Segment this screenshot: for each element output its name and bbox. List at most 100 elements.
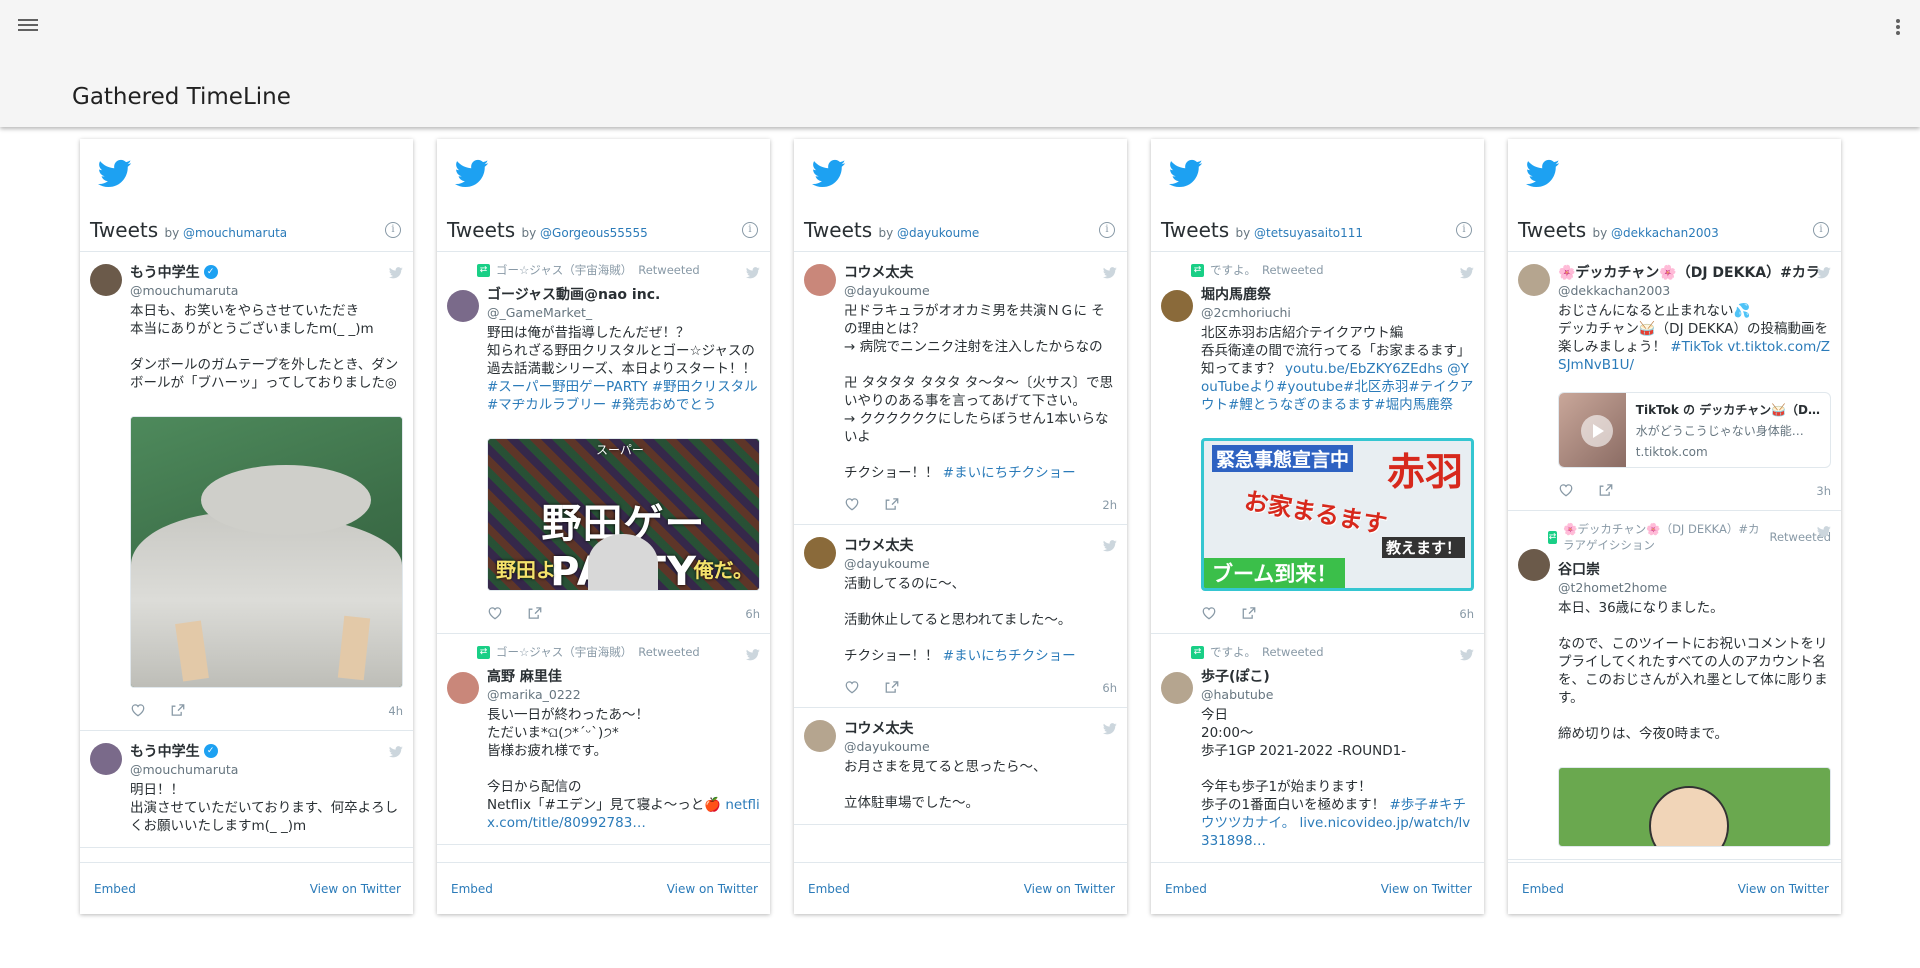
- tweet-list[interactable]: 🌸デッカチャン🌸（DJ DEKKA）#カラ @dekkachan2003 おじさ…: [1508, 252, 1841, 862]
- avatar[interactable]: [1518, 549, 1550, 581]
- owner-handle-link[interactable]: @Gorgeous55555: [540, 226, 648, 240]
- author-handle[interactable]: @dayukoume: [844, 739, 1117, 754]
- share-icon[interactable]: [527, 605, 543, 619]
- tweet-links[interactable]: #スーパー野田ゲーPARTY #野田クリスタル#マヂカルラブリー #発売おめでと…: [487, 379, 758, 413]
- avatar[interactable]: [804, 537, 836, 569]
- tweet[interactable]: もう中学生 ✓ @mouchumaruta 本日も、お笑いをやらさせていただき 本…: [80, 252, 413, 731]
- author-handle[interactable]: @2cmhoriuchi: [1201, 305, 1474, 320]
- share-icon[interactable]: [884, 496, 900, 510]
- info-icon[interactable]: i: [1456, 222, 1472, 238]
- tweet-links[interactable]: #まいにちチクショー: [943, 648, 1076, 664]
- twitter-bird-icon[interactable]: [388, 743, 403, 758]
- twitter-bird-icon[interactable]: [745, 264, 760, 279]
- avatar[interactable]: [1161, 672, 1193, 704]
- tweet[interactable]: コウメ太夫 @dayukoume 卍ドラキュラがオオカミ男を共演ＮＧに その理由…: [794, 252, 1127, 525]
- view-on-twitter-link[interactable]: View on Twitter: [1381, 882, 1472, 896]
- twitter-bird-icon[interactable]: [1459, 646, 1474, 661]
- info-icon[interactable]: i: [1813, 222, 1829, 238]
- author-name[interactable]: 🌸デッカチャン🌸（DJ DEKKA）#カラ: [1558, 262, 1831, 282]
- twitter-bird-icon[interactable]: [1816, 264, 1831, 279]
- tweet[interactable]: ⇄ ですよ。 Retweeted 堀内馬鹿祭 @2cmhoriuchi 北区赤羽お店…: [1151, 252, 1484, 634]
- like-icon[interactable]: [1201, 605, 1217, 620]
- share-icon[interactable]: [1241, 605, 1257, 619]
- owner-handle-link[interactable]: @dekkachan2003: [1611, 226, 1719, 240]
- view-on-twitter-link[interactable]: View on Twitter: [667, 882, 758, 896]
- author-handle[interactable]: @t2homet2home: [1558, 580, 1831, 595]
- author-name[interactable]: 歩子(ぽこ): [1201, 666, 1474, 686]
- share-icon[interactable]: [1598, 482, 1614, 496]
- author-handle[interactable]: @dayukoume: [844, 283, 1117, 298]
- author-name[interactable]: 谷口崇: [1558, 559, 1831, 579]
- tweet[interactable]: ⇄ ゴー☆ジャス（宇宙海賊） Retweeted 高野 麻里佳 @marika_02…: [437, 634, 770, 845]
- info-icon[interactable]: i: [385, 222, 401, 238]
- author-handle[interactable]: @marika_0222: [487, 687, 760, 702]
- view-on-twitter-link[interactable]: View on Twitter: [310, 882, 401, 896]
- tweet-list[interactable]: ⇄ ゴー☆ジャス（宇宙海賊） Retweeted ゴージャス動画@nao inc. …: [437, 252, 770, 862]
- info-icon[interactable]: i: [742, 222, 758, 238]
- tweet[interactable]: コウメ太夫 @dayukoume 活動してるのに〜、 活動休止してると思われてま…: [794, 525, 1127, 708]
- like-icon[interactable]: [487, 605, 503, 620]
- author-name[interactable]: コウメ太夫: [844, 262, 1117, 282]
- author-handle[interactable]: @mouchumaruta: [130, 283, 403, 298]
- tweet[interactable]: ⇄ ですよ。 Retweeted 歩子(ぽこ) @habutube 今日 20:00…: [1151, 634, 1484, 862]
- author-name[interactable]: もう中学生 ✓: [130, 741, 403, 761]
- author-handle[interactable]: @dekkachan2003: [1558, 283, 1831, 298]
- author-handle[interactable]: @habutube: [1201, 687, 1474, 702]
- tweet-photo[interactable]: [130, 416, 403, 688]
- avatar[interactable]: [1161, 290, 1193, 322]
- author-handle[interactable]: @mouchumaruta: [130, 762, 403, 777]
- twitter-bird-icon[interactable]: [388, 264, 403, 279]
- tweet-timestamp[interactable]: 3h: [1816, 484, 1831, 498]
- avatar[interactable]: [447, 290, 479, 322]
- avatar[interactable]: [1518, 264, 1550, 296]
- embed-link[interactable]: Embed: [808, 882, 850, 896]
- share-icon[interactable]: [170, 702, 186, 716]
- like-icon[interactable]: [130, 702, 146, 717]
- twitter-bird-icon[interactable]: [1102, 537, 1117, 552]
- tweet-list[interactable]: コウメ太夫 @dayukoume 卍ドラキュラがオオカミ男を共演ＮＧに その理由…: [794, 252, 1127, 862]
- tweet-timestamp[interactable]: 2h: [1102, 498, 1117, 512]
- tweet-photo[interactable]: 野田ゲーPARTY スーパー 野田よ 俺だ。: [487, 438, 760, 591]
- twitter-bird-icon[interactable]: [745, 646, 760, 661]
- owner-handle-link[interactable]: @dayukoume: [897, 226, 979, 240]
- video-thumbnail[interactable]: [1559, 393, 1626, 467]
- more-vert-icon[interactable]: [1894, 17, 1902, 37]
- tweet-photo[interactable]: 緊急事態宣言中 赤羽 お家まるます ブーム到来！ 教えます！: [1201, 438, 1474, 591]
- author-name[interactable]: コウメ太夫: [844, 535, 1117, 555]
- avatar[interactable]: [447, 672, 479, 704]
- twitter-bird-icon[interactable]: [1102, 720, 1117, 735]
- embed-link[interactable]: Embed: [94, 882, 136, 896]
- tweet-timestamp[interactable]: 6h: [745, 607, 760, 621]
- tweet[interactable]: ⇄ 🌸デッカチャン🌸（DJ DEKKA）#カラアゲイシション Retweeted 谷…: [1508, 511, 1841, 860]
- author-name[interactable]: 高野 麻里佳: [487, 666, 760, 686]
- embed-link[interactable]: Embed: [1522, 882, 1564, 896]
- tweet-list[interactable]: もう中学生 ✓ @mouchumaruta 本日も、お笑いをやらさせていただき 本…: [80, 252, 413, 862]
- tweet[interactable]: コウメ太夫 @dayukoume お月さまを見てると思ったら〜、 立体駐車場でし…: [794, 708, 1127, 825]
- tweet[interactable]: ⇄ ゴー☆ジャス（宇宙海賊） Retweeted ゴージャス動画@nao inc. …: [437, 252, 770, 634]
- embed-link[interactable]: Embed: [451, 882, 493, 896]
- author-name[interactable]: コウメ太夫: [844, 718, 1117, 738]
- tweet-photo[interactable]: [1558, 767, 1831, 847]
- info-icon[interactable]: i: [1099, 222, 1115, 238]
- author-handle[interactable]: @dayukoume: [844, 556, 1117, 571]
- avatar[interactable]: [90, 743, 122, 775]
- view-on-twitter-link[interactable]: View on Twitter: [1738, 882, 1829, 896]
- like-icon[interactable]: [1558, 482, 1574, 497]
- owner-handle-link[interactable]: @mouchumaruta: [183, 226, 287, 240]
- tweet-timestamp[interactable]: 6h: [1459, 607, 1474, 621]
- share-icon[interactable]: [884, 679, 900, 693]
- avatar[interactable]: [804, 720, 836, 752]
- tweet-list[interactable]: ⇄ ですよ。 Retweeted 堀内馬鹿祭 @2cmhoriuchi 北区赤羽お店…: [1151, 252, 1484, 862]
- menu-icon[interactable]: [18, 16, 38, 36]
- tweet-timestamp[interactable]: 6h: [1102, 681, 1117, 695]
- author-name[interactable]: 堀内馬鹿祭: [1201, 284, 1474, 304]
- author-name[interactable]: もう中学生 ✓: [130, 262, 403, 282]
- twitter-bird-icon[interactable]: [1459, 264, 1474, 279]
- tweet-links[interactable]: #まいにちチクショー: [943, 465, 1076, 481]
- twitter-bird-icon[interactable]: [1102, 264, 1117, 279]
- avatar[interactable]: [804, 264, 836, 296]
- embed-link[interactable]: Embed: [1165, 882, 1207, 896]
- view-on-twitter-link[interactable]: View on Twitter: [1024, 882, 1115, 896]
- tweet-timestamp[interactable]: 4h: [388, 704, 403, 718]
- owner-handle-link[interactable]: @tetsuyasaito111: [1254, 226, 1363, 240]
